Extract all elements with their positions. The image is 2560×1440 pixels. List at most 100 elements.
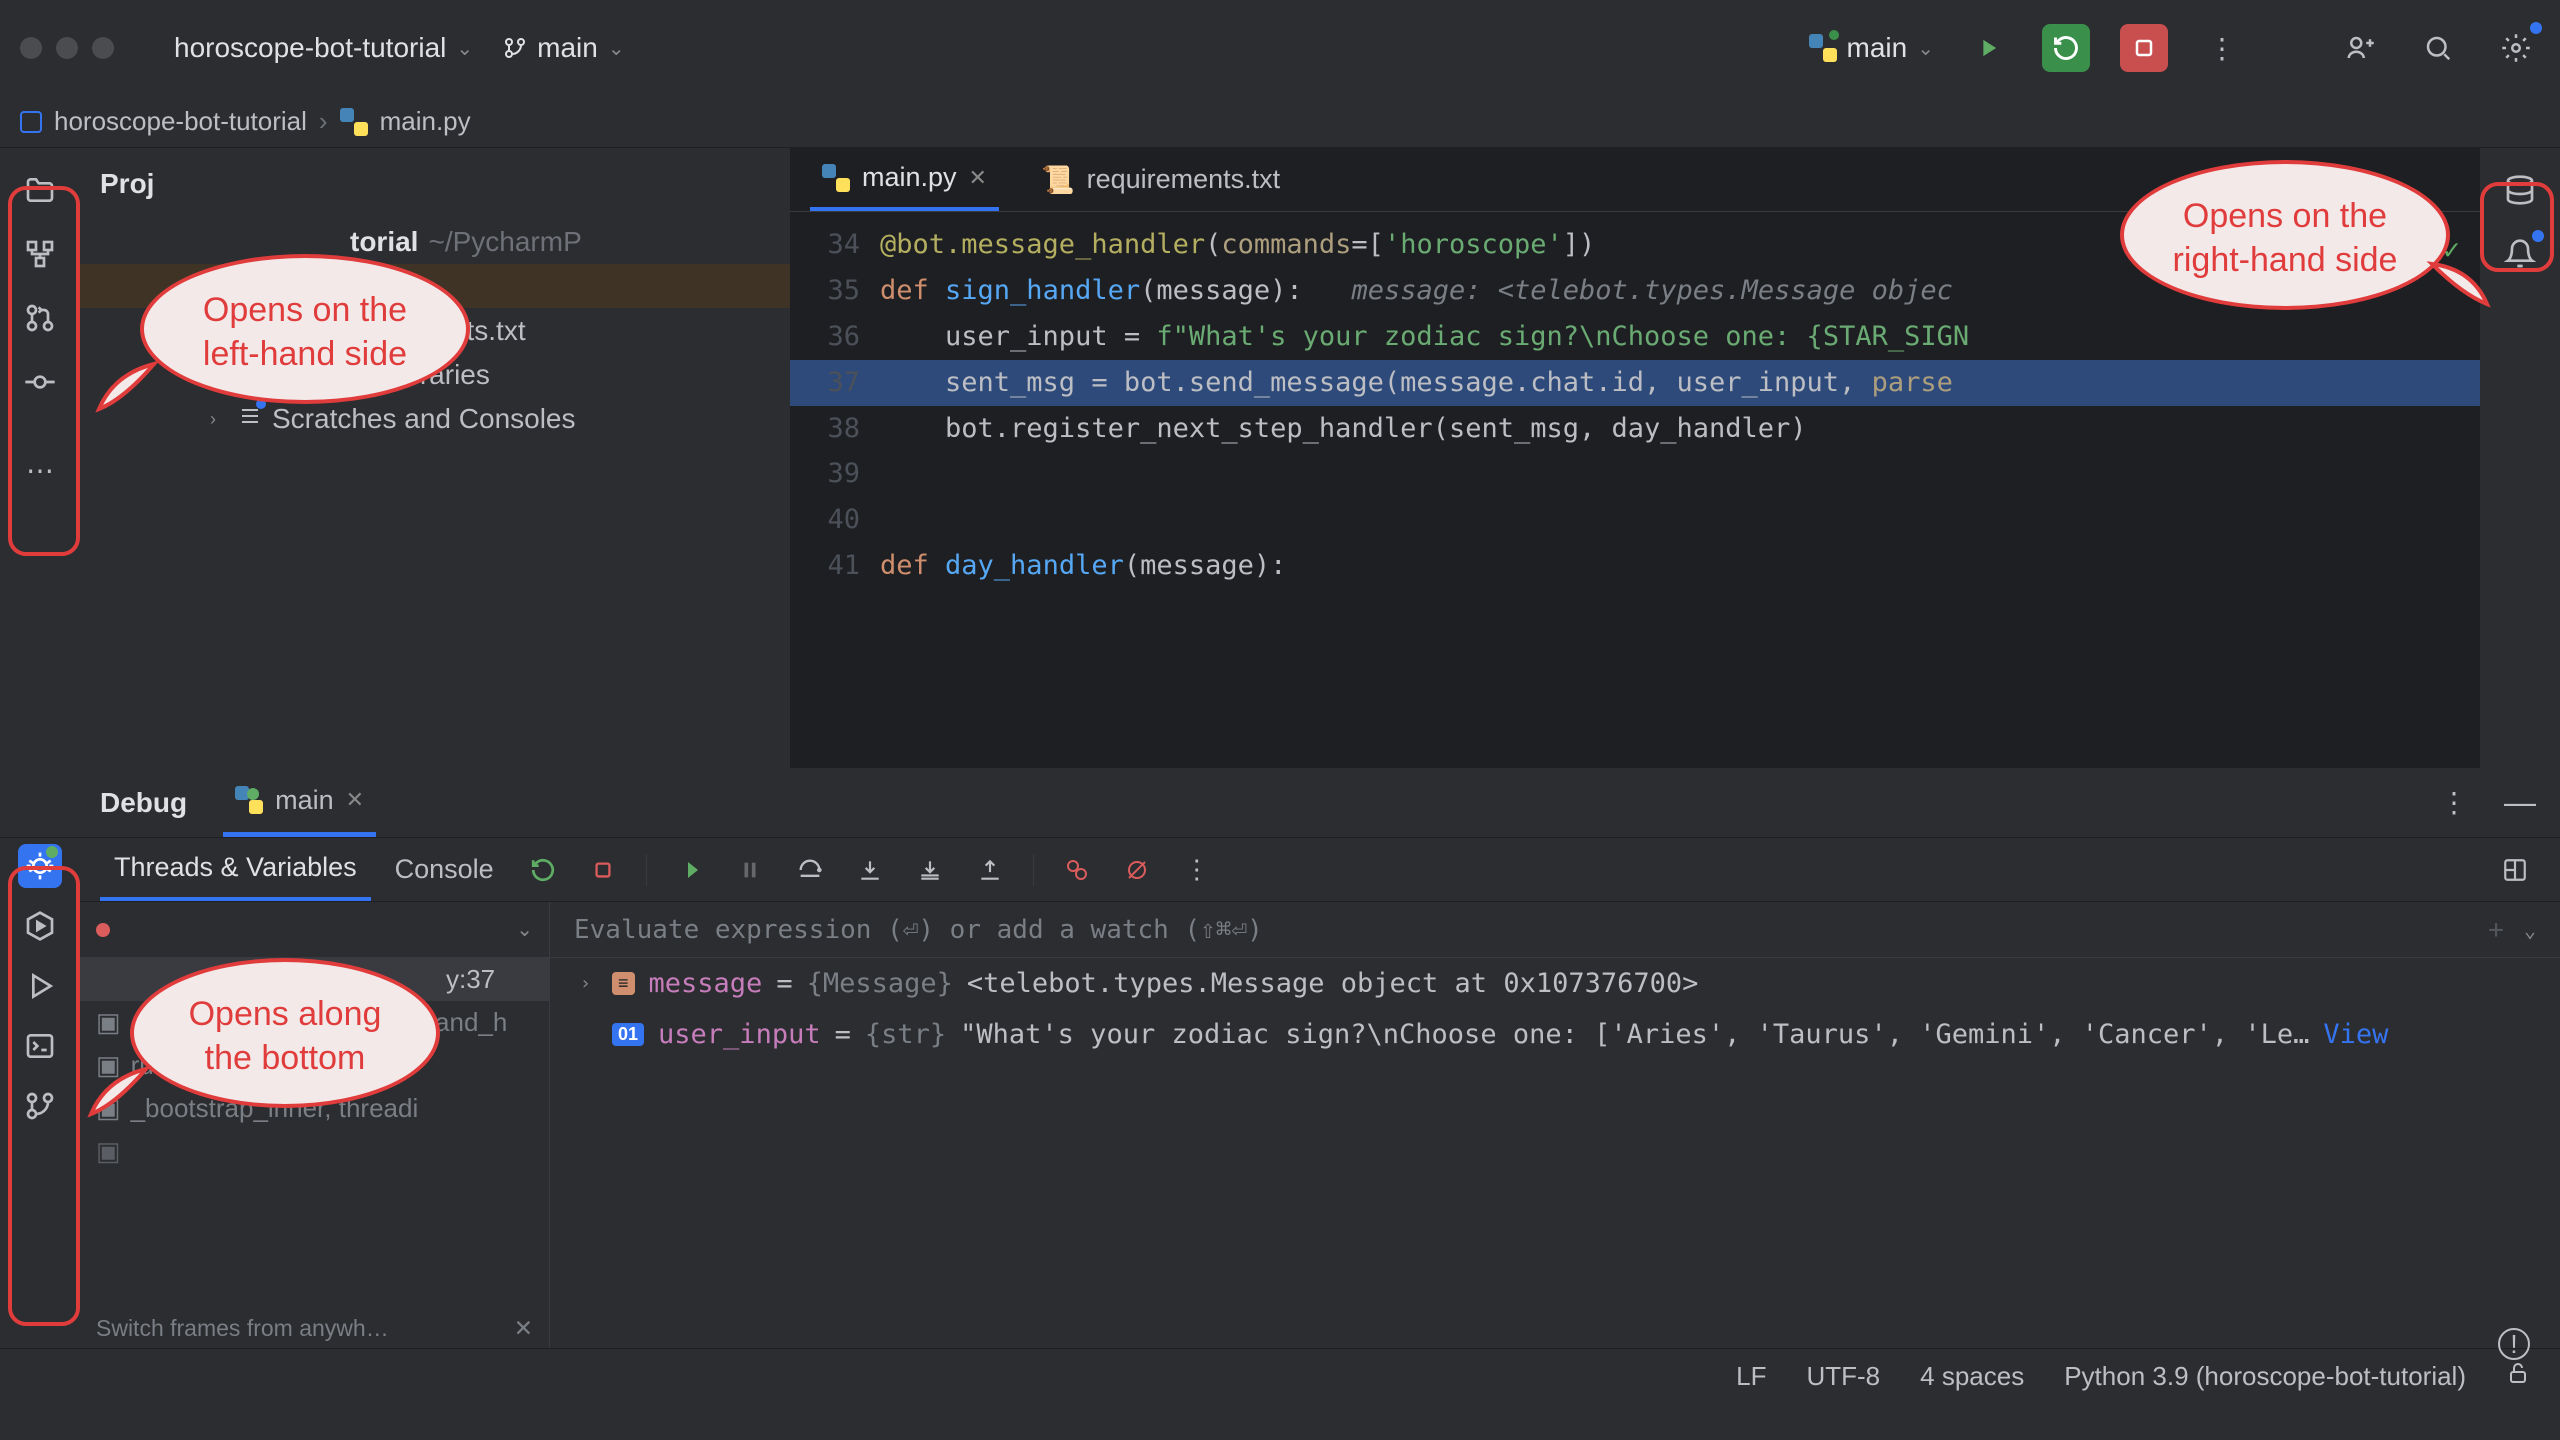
chevron-down-icon: ⌄	[456, 36, 473, 61]
database-tool-button[interactable]	[2498, 168, 2542, 212]
project-tool-button[interactable]	[18, 168, 62, 212]
commit-tool-button[interactable]	[18, 360, 62, 404]
step-out-button[interactable]	[971, 851, 1009, 889]
step-into-my-code-button[interactable]	[911, 851, 949, 889]
person-add-icon	[2345, 33, 2375, 63]
breadcrumb-root[interactable]: horoscope-bot-tutorial	[54, 106, 307, 137]
debug-rerun-button[interactable]	[2042, 24, 2090, 72]
frame-hint: Switch frames from anywh…✕	[80, 1309, 549, 1348]
close-icon[interactable]: ✕	[969, 165, 987, 191]
git-tool-button[interactable]	[18, 1084, 62, 1128]
titlebar: horoscope-bot-tutorial ⌄ main ⌄ main ⌄ ⋮	[0, 0, 2560, 96]
debug-tool-button[interactable]	[18, 844, 62, 888]
breadcrumb: horoscope-bot-tutorial › main.py	[0, 96, 2560, 148]
structure-tool-button[interactable]	[18, 232, 62, 276]
vcs-tool-button[interactable]	[18, 296, 62, 340]
chevron-down-icon[interactable]: ⌄	[2524, 918, 2536, 942]
run-config-dropdown[interactable]: main ⌄	[1809, 32, 1934, 64]
resume-button[interactable]	[671, 851, 709, 889]
more-debug-actions[interactable]: ⋮	[1178, 851, 1216, 889]
database-icon	[2504, 174, 2536, 206]
chevron-down-icon: ⌄	[608, 36, 625, 61]
branch-dropdown[interactable]: main ⌄	[503, 32, 624, 64]
pause-button[interactable]	[731, 851, 769, 889]
tree-scratches[interactable]: › Scratches and Consoles	[80, 397, 790, 441]
evaluate-expression-input[interactable]: Evaluate expression (⏎) or add a watch (…	[550, 902, 2560, 958]
lock-icon[interactable]	[2506, 1361, 2530, 1392]
scratches-icon	[238, 403, 262, 435]
problems-icon[interactable]: !	[2498, 1328, 2530, 1360]
services-tool-button[interactable]	[18, 904, 62, 948]
debug-title: Debug	[100, 787, 187, 819]
project-dropdown[interactable]: horoscope-bot-tutorial ⌄	[174, 32, 473, 64]
stop-button[interactable]	[2120, 24, 2168, 72]
code-with-me-button[interactable]	[2336, 24, 2384, 72]
line-number: 36	[790, 314, 880, 360]
console-tab[interactable]: Console	[381, 838, 508, 901]
minimize-window[interactable]	[56, 37, 78, 59]
rerun-button[interactable]	[524, 851, 562, 889]
more-tools-button[interactable]: ⋯	[18, 448, 62, 492]
step-over-button[interactable]	[791, 851, 829, 889]
python-icon	[235, 786, 263, 814]
python-icon	[822, 164, 850, 192]
breadcrumb-file[interactable]: main.py	[380, 106, 471, 137]
run-button[interactable]	[1964, 24, 2012, 72]
interpreter[interactable]: Python 3.9 (horoscope-bot-tutorial)	[2064, 1361, 2466, 1392]
close-window[interactable]	[20, 37, 42, 59]
chevron-down-icon: ⌄	[1917, 36, 1934, 61]
minimize-icon[interactable]: —	[2504, 784, 2536, 821]
folder-icon	[24, 174, 56, 206]
line-number: 35	[790, 268, 880, 314]
chevron-right-icon: ›	[319, 106, 328, 137]
encoding[interactable]: UTF-8	[1806, 1361, 1880, 1392]
threads-variables-tab[interactable]: Threads & Variables	[100, 838, 371, 901]
stop-icon	[2132, 36, 2156, 60]
variable-row[interactable]: 01 user_input = {str} "What's your zodia…	[550, 1009, 2560, 1060]
run-config-name: main	[1847, 32, 1908, 64]
more-actions-button[interactable]: ⋮	[2198, 24, 2246, 72]
stack-icon: ▣	[96, 1136, 121, 1167]
tab-requirements[interactable]: 📜 requirements.txt	[1029, 148, 1292, 211]
status-bar: LF UTF-8 4 spaces Python 3.9 (horoscope-…	[0, 1348, 2560, 1404]
window-controls	[20, 37, 114, 59]
vertical-dots-icon[interactable]: ⋮	[2440, 786, 2468, 819]
notifications-tool-button[interactable]	[2498, 232, 2542, 276]
thread-selector[interactable]: ⌄	[80, 902, 549, 958]
line-number: 34	[790, 222, 880, 268]
view-breakpoints-button[interactable]	[1058, 851, 1096, 889]
tab-main[interactable]: main.py ✕	[810, 148, 999, 211]
mute-breakpoints-button[interactable]	[1118, 851, 1156, 889]
python-icon	[1809, 34, 1837, 62]
line-number: 39	[790, 451, 880, 497]
variables-panel: Evaluate expression (⏎) or add a watch (…	[550, 902, 2560, 1348]
indent[interactable]: 4 spaces	[1920, 1361, 2024, 1392]
variable-row[interactable]: › ≡ message = {Message} <telebot.types.M…	[550, 958, 2560, 1009]
chevron-right-icon: ›	[580, 973, 598, 994]
left-tool-strip: ⋯	[0, 148, 80, 768]
maximize-window[interactable]	[92, 37, 114, 59]
close-icon[interactable]: ✕	[514, 1315, 533, 1342]
structure-icon	[24, 238, 56, 270]
step-into-button[interactable]	[851, 851, 889, 889]
frame-row[interactable]: ▣	[80, 1130, 549, 1173]
close-icon[interactable]: ✕	[346, 787, 364, 813]
debug-session-tab[interactable]: main ✕	[223, 768, 376, 837]
terminal-tool-button[interactable]	[18, 1024, 62, 1068]
thread-status-dot	[96, 923, 110, 937]
stop-button[interactable]	[584, 851, 622, 889]
project-name-label: torial	[350, 226, 418, 258]
play-icon	[1974, 34, 2002, 62]
settings-button[interactable]	[2492, 24, 2540, 72]
search-button[interactable]	[2414, 24, 2462, 72]
tree-project-root[interactable]: torial ~/PycharmP	[80, 220, 790, 264]
line-ending[interactable]: LF	[1736, 1361, 1766, 1392]
branch-icon	[24, 1090, 56, 1122]
chevron-down-icon: ⌄	[516, 917, 533, 942]
add-watch-icon[interactable]: +	[2488, 915, 2504, 945]
layout-button[interactable]	[2496, 851, 2534, 889]
view-link[interactable]: View	[2323, 1019, 2388, 1050]
run-tool-button[interactable]	[18, 964, 62, 1008]
debug-header: Debug main ✕ ⋮ —	[0, 768, 2560, 838]
callout-bottom: Opens along the bottom	[130, 958, 440, 1108]
